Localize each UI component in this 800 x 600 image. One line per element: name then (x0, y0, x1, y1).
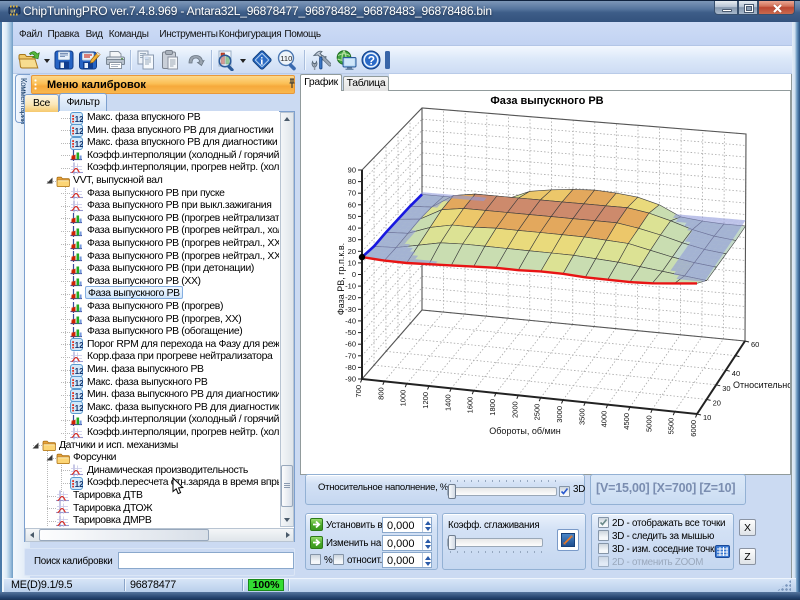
svg-text:-90: -90 (345, 375, 356, 384)
svg-text:-10: -10 (345, 282, 356, 291)
svg-text:5500: 5500 (667, 418, 676, 435)
svg-text:50: 50 (348, 212, 356, 221)
svg-text:i: i (260, 56, 263, 68)
svg-text:1000: 1000 (399, 390, 408, 407)
svg-text:1600: 1600 (466, 397, 475, 414)
svg-text:-50: -50 (345, 328, 356, 337)
svg-text:-80: -80 (345, 363, 356, 372)
svg-text:700: 700 (354, 385, 363, 398)
svg-text:20: 20 (713, 398, 721, 407)
svg-text:40: 40 (348, 224, 356, 233)
svg-text:80: 80 (348, 177, 356, 186)
svg-text:60: 60 (751, 340, 759, 349)
svg-text:4500: 4500 (622, 413, 631, 430)
svg-text:2000: 2000 (510, 401, 519, 418)
svg-text:3000: 3000 (555, 406, 564, 423)
svg-text:-40: -40 (345, 316, 356, 325)
svg-text:60: 60 (348, 200, 356, 209)
svg-text:-60: -60 (345, 340, 356, 349)
svg-text:2500: 2500 (533, 404, 542, 421)
svg-text:1400: 1400 (443, 394, 452, 411)
svg-text:30: 30 (348, 235, 356, 244)
svg-text:800: 800 (376, 387, 385, 400)
svg-text:12: 12 (75, 379, 83, 388)
svg-text:20: 20 (348, 247, 356, 256)
svg-text:0: 0 (352, 270, 356, 279)
svg-text:12: 12 (75, 127, 83, 136)
svg-text:6000: 6000 (689, 420, 698, 437)
svg-text:Фаза РВ, гр.п.к.в.: Фаза РВ, гр.п.к.в. (336, 243, 346, 315)
svg-text:70: 70 (348, 189, 356, 198)
svg-text:Относительное н: Относительное н (733, 380, 790, 390)
svg-text:-20: -20 (345, 293, 356, 302)
svg-text:90: 90 (348, 166, 356, 175)
svg-text:?: ? (368, 54, 375, 68)
svg-text:12: 12 (75, 367, 83, 376)
svg-text:12: 12 (75, 480, 83, 489)
svg-text:12: 12 (75, 341, 83, 350)
svg-text:10: 10 (348, 258, 356, 267)
svg-text:ur: ur (10, 9, 16, 15)
svg-text:Обороты, об/мин: Обороты, об/мин (489, 426, 560, 436)
svg-text:12: 12 (75, 115, 83, 124)
svg-text:40: 40 (732, 369, 740, 378)
svg-text:12: 12 (75, 392, 83, 401)
svg-text:10: 10 (703, 413, 711, 422)
svg-text:Фаза выпускного РВ: Фаза выпускного РВ (490, 95, 603, 107)
svg-text:1800: 1800 (488, 399, 497, 416)
svg-text:12: 12 (75, 140, 83, 149)
svg-text:30: 30 (722, 384, 730, 393)
svg-text:12: 12 (75, 404, 83, 413)
svg-text:1200: 1200 (421, 392, 430, 409)
svg-text:-30: -30 (345, 305, 356, 314)
svg-text:110: 110 (280, 54, 292, 63)
svg-text:-70: -70 (345, 351, 356, 360)
svg-text:3500: 3500 (577, 408, 586, 425)
svg-text:4000: 4000 (600, 411, 609, 428)
svg-text:5000: 5000 (644, 415, 653, 432)
